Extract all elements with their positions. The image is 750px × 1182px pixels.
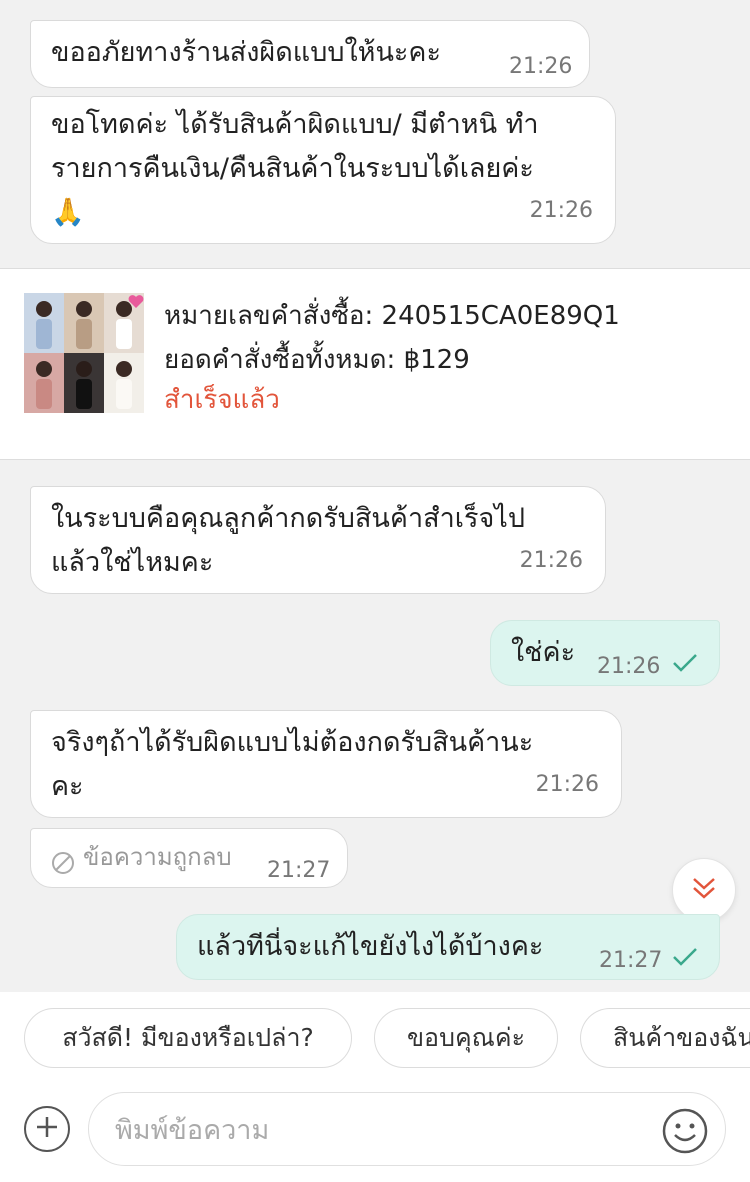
order-status: สำเร็จแล้ว <box>164 385 280 415</box>
message-text: ขอโทดค่ะ ได้รับสินค้าผิดแบบ/ มีตำหนิ ทำ … <box>51 109 539 228</box>
plus-icon <box>34 1114 60 1144</box>
message-text: ใช่ค่ะ <box>511 637 576 668</box>
order-total: ยอดคำสั่งซื้อทั้งหมด: ฿129 <box>164 345 470 375</box>
message-time: 21:27 <box>267 858 331 883</box>
quick-reply-chip[interactable]: ขอบคุณค่ะ <box>374 1008 558 1068</box>
chat-area[interactable]: ขออภัยทางร้านส่งผิดแบบให้นะคะ 21:26 ขอโท… <box>0 0 750 992</box>
message-text: ในระบบคือคุณลูกค้ากดรับสินค้าสำเร็จไป แล… <box>51 503 526 578</box>
quick-reply-label: สินค้าของฉัน <box>613 1023 750 1052</box>
quick-reply-chip[interactable]: สวัสดี! มีของหรือเปล่า? <box>24 1008 352 1068</box>
message-time: 21:26 <box>597 654 661 679</box>
outgoing-message[interactable]: ใช่ค่ะ 21:26 <box>490 620 720 686</box>
scroll-to-bottom-button[interactable] <box>672 858 736 922</box>
message-time: 21:26 <box>509 54 573 79</box>
deleted-icon <box>51 845 75 889</box>
message-time: 21:27 <box>599 948 663 973</box>
quick-reply-chip[interactable]: สินค้าของฉัน <box>580 1008 750 1068</box>
check-icon <box>671 645 699 689</box>
message-input-box[interactable] <box>88 1092 726 1166</box>
message-text: แล้วทีนี่จะแก้ไขยังไงได้บ้างคะ <box>197 931 544 962</box>
quick-reply-label: สวัสดี! มีของหรือเปล่า? <box>62 1023 314 1052</box>
message-text: จริงๆถ้าได้รับผิดแบบไม่ต้องกดรับสินค้านะ… <box>51 727 534 802</box>
incoming-message[interactable]: ขออภัยทางร้านส่งผิดแบบให้นะคะ 21:26 <box>30 20 590 88</box>
product-thumbnail[interactable] <box>24 293 144 413</box>
check-icon <box>671 939 699 983</box>
incoming-message[interactable]: ขอโทดค่ะ ได้รับสินค้าผิดแบบ/ มีตำหนิ ทำ … <box>30 96 616 244</box>
incoming-message[interactable]: จริงๆถ้าได้รับผิดแบบไม่ต้องกดรับสินค้านะ… <box>30 710 622 818</box>
message-text: ข้อความถูกลบ <box>83 843 232 871</box>
emoji-icon[interactable] <box>661 1107 709 1155</box>
incoming-message[interactable]: ในระบบคือคุณลูกค้ากดรับสินค้าสำเร็จไป แล… <box>30 486 606 594</box>
add-attachment-button[interactable] <box>24 1106 70 1152</box>
order-number: หมายเลขคำสั่งซื้อ: 240515CA0E89Q1 <box>164 301 620 331</box>
message-text: ขออภัยทางร้านส่งผิดแบบให้นะคะ <box>51 37 441 68</box>
message-input[interactable] <box>113 1103 657 1157</box>
double-chevron-down-icon <box>691 875 717 905</box>
message-time: 21:26 <box>535 772 599 797</box>
message-time: 21:26 <box>529 198 593 223</box>
message-time: 21:26 <box>519 548 583 573</box>
outgoing-message[interactable]: แล้วทีนี่จะแก้ไขยังไงได้บ้างคะ 21:27 <box>176 914 720 980</box>
deleted-message[interactable]: ข้อความถูกลบ 21:27 <box>30 828 348 888</box>
order-card[interactable]: หมายเลขคำสั่งซื้อ: 240515CA0E89Q1 ยอดคำส… <box>0 268 750 460</box>
quick-reply-label: ขอบคุณค่ะ <box>406 1023 526 1052</box>
